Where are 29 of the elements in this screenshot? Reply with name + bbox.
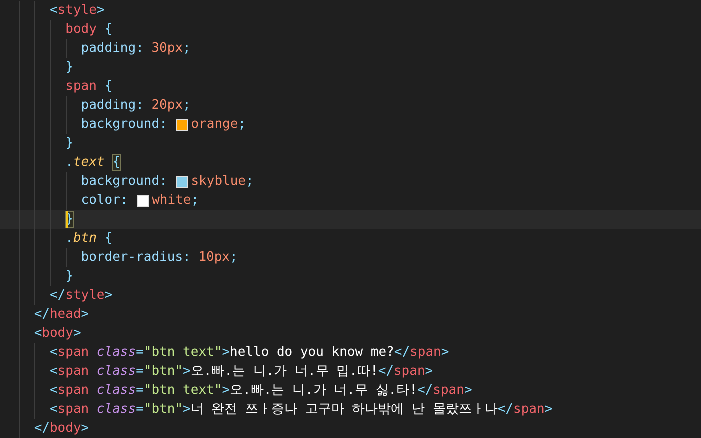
code-text: } — [66, 59, 74, 77]
code-text: body { — [66, 21, 113, 39]
code-text: <span class="btn text">hello do you know me?</span> — [50, 344, 450, 362]
code-text: skyblue; — [191, 173, 254, 191]
code-text: <span class="btn text">오.빠.는 니.가 너.무 싫.타!</span> — [50, 382, 472, 400]
color-swatch[interactable] — [176, 176, 188, 188]
color-swatch[interactable] — [176, 118, 188, 130]
code-text: <span class="btn">너 완전 쯔ㅏ증나 고구마 하나밖에 난 몰랐쯔ㅏ나</span> — [50, 401, 553, 419]
code-text: .btn { — [66, 230, 113, 248]
code-text: background: — [81, 116, 168, 134]
code-text: span { — [66, 78, 113, 96]
code-text: </head> — [34, 306, 90, 324]
color-swatch[interactable] — [137, 194, 150, 206]
code-text: <style> — [50, 2, 105, 20]
text-cursor — [66, 211, 68, 228]
code-text: orange; — [191, 116, 246, 134]
code-text: border-radius: 10px; — [81, 249, 238, 267]
code-text: padding: 30px; — [81, 40, 191, 58]
code-text: color: — [81, 192, 130, 210]
code-text: padding: 20px; — [81, 97, 191, 115]
code-text: <body> — [34, 325, 82, 343]
code-text: white; — [152, 192, 200, 210]
code-text: .text { — [66, 154, 120, 172]
code-text: } — [66, 268, 74, 286]
code-text: <span class="btn">오.빠.는 니.가 너.무 밉.따!</span> — [50, 363, 434, 381]
code-text: </body> — [34, 420, 90, 438]
code-text: </style> — [50, 287, 113, 305]
code-text: background: — [81, 173, 168, 191]
code-text: } — [66, 135, 74, 153]
